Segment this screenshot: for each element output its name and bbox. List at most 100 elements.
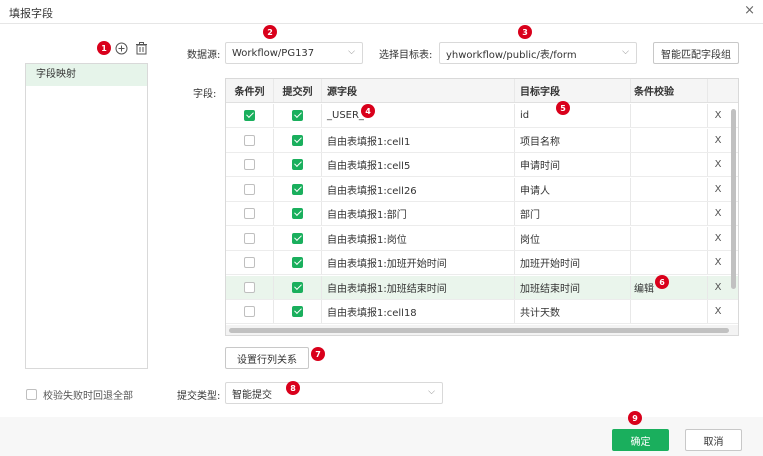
condition-check[interactable] (631, 202, 708, 225)
target-field[interactable]: 岗位 (515, 226, 631, 250)
remove-row-button[interactable]: X (708, 300, 728, 323)
condition-checkbox[interactable] (244, 281, 255, 293)
set-row-col-button[interactable]: 设置行列关系 (225, 347, 309, 369)
remove-row-button[interactable]: X (708, 202, 728, 225)
marker-4: 4 (361, 104, 375, 118)
submit-type-value: 智能提交 (232, 389, 272, 401)
condition-check[interactable] (631, 104, 708, 127)
target-field[interactable]: 加班结束时间 (515, 275, 631, 299)
condition-checkbox[interactable] (244, 232, 255, 244)
horizontal-scrollbar[interactable] (226, 325, 738, 335)
condition-checkbox[interactable] (244, 134, 255, 146)
table-row[interactable]: _USER_ id X (226, 104, 738, 128)
vertical-scrollbar[interactable] (729, 103, 737, 323)
target-field[interactable]: 项目名称 (515, 128, 631, 152)
source-field[interactable]: 自由表填报1:cell18 (322, 300, 515, 323)
source-field[interactable]: 自由表填报1:部门 (322, 202, 515, 225)
source-field[interactable]: 自由表填报1:cell1 (322, 128, 515, 152)
target-field[interactable]: 部门 (515, 202, 631, 225)
table-row[interactable]: 自由表填报1:cell26 申请人 X (226, 177, 738, 202)
remove-row-button[interactable]: X (708, 227, 728, 250)
submit-cell (274, 251, 322, 274)
submit-checkbox[interactable] (292, 281, 303, 293)
table-row[interactable]: 自由表填报1:cell5 申请时间 X (226, 153, 738, 177)
marker-7: 7 (311, 347, 325, 361)
submit-checkbox[interactable] (292, 257, 303, 268)
submit-checkbox[interactable] (292, 232, 303, 244)
target-field[interactable]: 申请人 (515, 177, 631, 201)
chevron-down-icon: ⌵ (428, 387, 435, 397)
condition-checkbox[interactable] (244, 183, 255, 195)
submit-checkbox[interactable] (292, 134, 303, 146)
submit-checkbox[interactable] (292, 208, 303, 219)
remove-row-button[interactable]: X (708, 129, 728, 152)
rollback-option[interactable]: 校验失败时回退全部 (26, 387, 133, 402)
source-field[interactable]: 自由表填报1:cell26 (322, 177, 515, 201)
target-field[interactable]: id (515, 104, 631, 127)
condition-checkbox[interactable] (244, 159, 255, 170)
table-row[interactable]: 自由表填报1:加班开始时间 加班开始时间 X (226, 251, 738, 275)
source-field[interactable]: 自由表填报1:岗位 (322, 226, 515, 250)
rollback-checkbox[interactable] (26, 389, 37, 400)
target-table-select[interactable]: yhworkflow/public/表/form ⌵ (439, 42, 637, 64)
condition-checkbox[interactable] (244, 110, 255, 121)
remove-row-button[interactable]: X (708, 178, 728, 201)
condition-checkbox[interactable] (244, 257, 255, 268)
table-row[interactable]: 自由表填报1:部门 部门 X (226, 202, 738, 226)
condition-cell (226, 251, 274, 274)
submit-type-select[interactable]: 智能提交 ⌵ (225, 382, 443, 404)
datasource-select[interactable]: Workflow/PG137 ⌵ (225, 42, 363, 64)
remove-row-button[interactable]: X (708, 276, 728, 299)
submit-checkbox[interactable] (292, 306, 303, 317)
target-field[interactable]: 共计天数 (515, 300, 631, 323)
source-field[interactable]: 自由表填报1:加班开始时间 (322, 251, 515, 274)
condition-cell (226, 226, 274, 250)
marker-1: 1 (97, 41, 111, 55)
condition-checkbox[interactable] (244, 208, 255, 219)
datasource-value: Workflow/PG137 (232, 47, 315, 59)
header-condition: 条件列 (226, 79, 274, 102)
rollback-label: 校验失败时回退全部 (43, 391, 133, 402)
header-target: 目标字段 (515, 79, 631, 102)
remove-row-button[interactable]: X (708, 153, 728, 176)
table-row[interactable]: 自由表填报1:岗位 岗位 X (226, 226, 738, 251)
condition-check[interactable] (631, 153, 708, 176)
condition-check[interactable] (631, 128, 708, 152)
source-field[interactable]: 自由表填报1:加班结束时间 (322, 275, 515, 299)
table-row[interactable]: 自由表填报1:cell18 共计天数 X (226, 300, 738, 324)
submit-cell (274, 104, 322, 127)
submit-cell (274, 226, 322, 250)
cancel-button[interactable]: 取消 (685, 429, 742, 451)
condition-cell (226, 300, 274, 323)
source-field[interactable]: _USER_ (322, 104, 515, 127)
submit-cell (274, 128, 322, 152)
condition-check[interactable]: 编辑 (631, 275, 708, 299)
table-row[interactable]: 自由表填报1:cell1 项目名称 X (226, 128, 738, 153)
mapping-list-item[interactable]: 字段映射 (26, 64, 147, 86)
submit-cell (274, 300, 322, 323)
source-field[interactable]: 自由表填报1:cell5 (322, 153, 515, 176)
submit-checkbox[interactable] (292, 159, 303, 170)
target-field[interactable]: 申请时间 (515, 153, 631, 176)
delete-icon[interactable] (134, 41, 148, 55)
target-table-value: yhworkflow/public/表/form (446, 49, 577, 61)
smart-match-button[interactable]: 智能匹配字段组 (653, 42, 739, 64)
target-field[interactable]: 加班开始时间 (515, 251, 631, 274)
fill-fields-dialog: 填报字段 × 1 字段映射 数据源: 2 Workflow/PG137 ⌵ 选择… (0, 0, 763, 456)
remove-row-button[interactable]: X (708, 104, 728, 127)
condition-check[interactable] (631, 300, 708, 323)
submit-checkbox[interactable] (292, 183, 303, 195)
condition-checkbox[interactable] (244, 306, 255, 317)
submit-checkbox[interactable] (292, 110, 303, 121)
condition-cell (226, 202, 274, 225)
close-icon[interactable]: × (744, 3, 755, 18)
condition-check[interactable] (631, 177, 708, 201)
condition-check[interactable] (631, 226, 708, 250)
condition-check[interactable] (631, 251, 708, 274)
marker-5: 5 (556, 101, 570, 115)
submit-cell (274, 202, 322, 225)
remove-row-button[interactable]: X (708, 251, 728, 274)
ok-button[interactable]: 确定 (612, 429, 669, 451)
add-icon[interactable] (114, 41, 128, 55)
chevron-down-icon: ⌵ (348, 47, 355, 57)
